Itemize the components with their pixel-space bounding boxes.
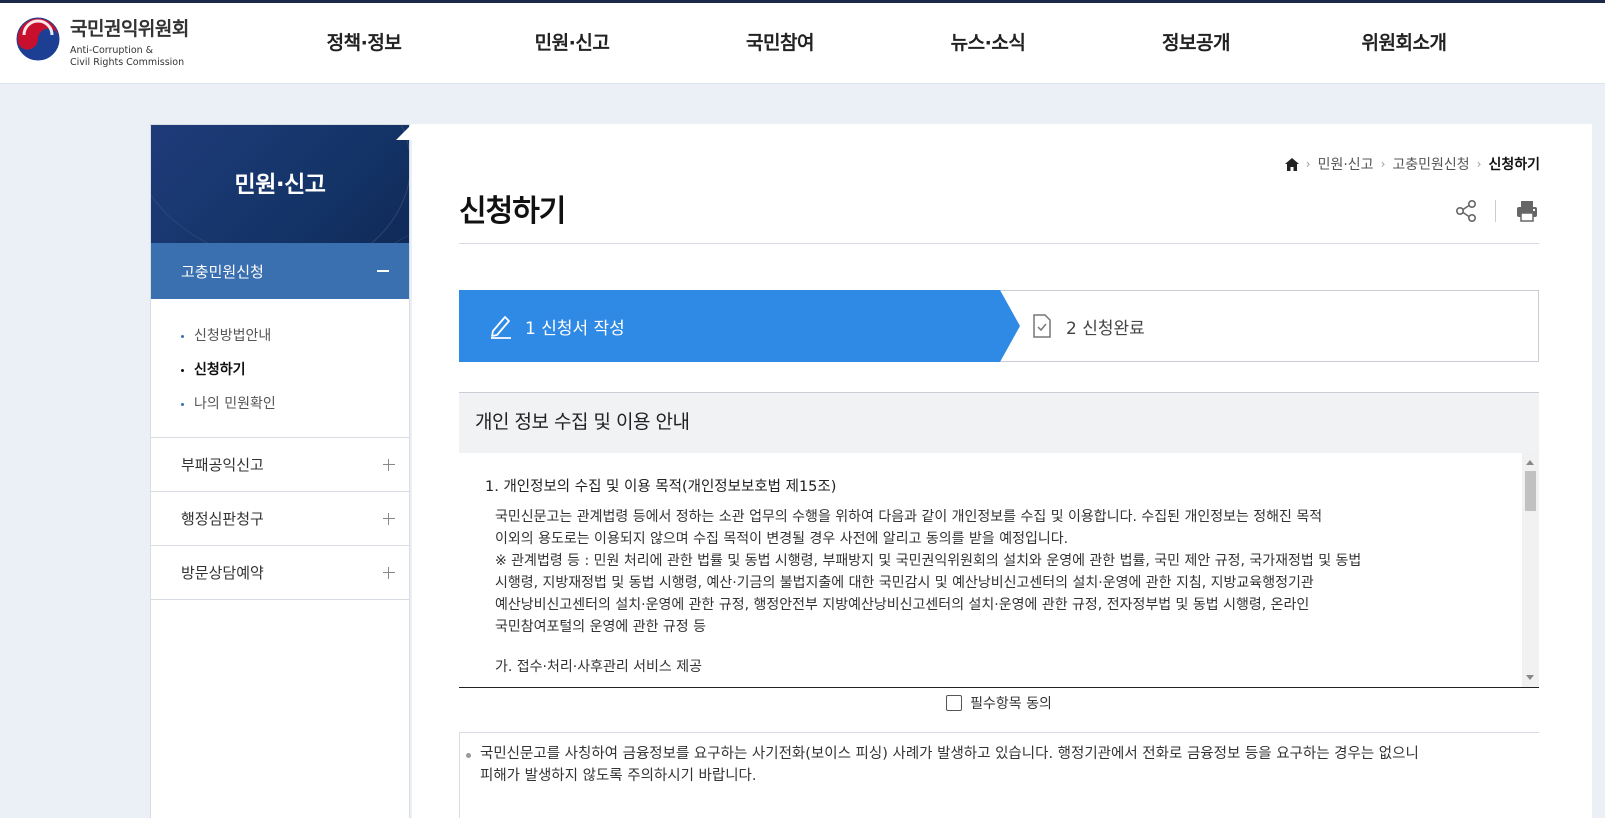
- scrollbar[interactable]: [1522, 453, 1539, 687]
- scroll-down-arrow-icon[interactable]: [1526, 675, 1534, 680]
- notice-line: 피해가 발생하지 않도록 주의하시기 바랍니다.: [480, 768, 757, 784]
- breadcrumb-separator-icon: ›: [1380, 157, 1386, 171]
- expand-plus-icon: [383, 566, 395, 579]
- scroll-thumb[interactable]: [1525, 471, 1536, 511]
- nav-info-disclosure[interactable]: 정보공개: [1092, 3, 1300, 84]
- sidebar-item-label: 부패공익신고: [181, 456, 264, 474]
- submenu-item-apply[interactable]: 신청하기: [181, 353, 409, 387]
- breadcrumb-item[interactable]: 고충민원신청: [1392, 154, 1469, 174]
- sidebar-title: 민원·신고: [234, 172, 326, 198]
- site-logo[interactable]: 국민권익위원회 Anti-Corruption & Civil Rights C…: [16, 17, 189, 69]
- nav-news[interactable]: 뉴스·소식: [884, 3, 1092, 84]
- nav-about-commission[interactable]: 위원회소개: [1300, 3, 1508, 84]
- privacy-text-line: ※ 관계법령 등 : 민원 처리에 관한 법률 및 동법 시행령, 부패방지 및…: [495, 553, 1362, 569]
- page-tools: [1453, 198, 1540, 224]
- step-1-active: 1 신청서 작성: [459, 290, 1000, 362]
- sidebar-item-grievance[interactable]: 고충민원신청: [151, 243, 409, 299]
- submenu-item-guide[interactable]: 신청방법안내: [181, 319, 409, 353]
- privacy-notice-content[interactable]: 1. 개인정보의 수집 및 이용 목적(개인정보보호법 제15조) 국민신문고는…: [459, 453, 1539, 687]
- privacy-notice-title: 개인 정보 수집 및 이용 안내: [475, 411, 690, 433]
- privacy-section-heading: 1. 개인정보의 수집 및 이용 목적(개인정보보호법 제15조): [485, 479, 837, 495]
- agree-required-checkbox[interactable]: 필수항목 동의: [459, 688, 1539, 718]
- nav-civil-complaint[interactable]: 민원·신고: [468, 3, 676, 84]
- nav-participation[interactable]: 국민참여: [676, 3, 884, 84]
- document-check-icon: [1033, 314, 1051, 338]
- submenu-item-label: 나의 민원확인: [194, 396, 276, 412]
- privacy-notice-box: 개인 정보 수집 및 이용 안내 1. 개인정보의 수집 및 이용 목적(개인정…: [459, 392, 1539, 688]
- pencil-icon: [491, 316, 511, 339]
- home-icon[interactable]: [1284, 157, 1299, 171]
- phishing-warning-notice: 국민신문고를 사칭하여 금융정보를 요구하는 사기전화(보이스 피싱) 사례가 …: [459, 732, 1539, 818]
- checkbox[interactable]: [946, 695, 963, 711]
- sidebar: 민원·신고 고충민원신청 신청방법안내 신청하기 나의 민원확인 부패공익신고 …: [150, 124, 410, 818]
- bullet-icon: [181, 334, 184, 338]
- scroll-up-arrow-icon[interactable]: [1526, 460, 1534, 465]
- breadcrumb-current: 신청하기: [1488, 157, 1540, 173]
- submenu-item-label: 신청방법안내: [194, 328, 272, 344]
- sidebar-item-admin-appeal[interactable]: 행정심판청구: [151, 492, 409, 546]
- sidebar-item-corruption-report[interactable]: 부패공익신고: [151, 438, 409, 492]
- collapse-minus-icon: [377, 270, 389, 272]
- breadcrumb-item[interactable]: 민원·신고: [1318, 154, 1374, 174]
- title-divider: [459, 243, 1539, 244]
- expand-plus-icon: [383, 512, 395, 525]
- logo-english-line2: Civil Rights Commission: [70, 57, 185, 68]
- sidebar-item-label: 방문상담예약: [181, 564, 264, 582]
- breadcrumb: › 민원·신고 › 고충민원신청 › 신청하기: [1284, 154, 1540, 174]
- sidebar-item-label: 행정심판청구: [181, 510, 264, 528]
- bullet-icon: [181, 368, 184, 372]
- print-icon[interactable]: [1514, 198, 1540, 224]
- notice-line: 국민신문고를 사칭하여 금융정보를 요구하는 사기전화(보이스 피싱) 사례가 …: [480, 746, 1419, 762]
- step-arrow: [1000, 290, 1020, 362]
- privacy-text-line: 국민참여포털의 운영에 관한 규정 등: [495, 619, 706, 635]
- sidebar-title-banner: 민원·신고: [151, 125, 409, 243]
- privacy-sub-heading: 가. 접수·처리·사후관리 서비스 제공: [495, 659, 703, 675]
- privacy-text-line: 시행령, 지방재정법 및 동법 시행령, 예산·기금의 불법지출에 대한 국민감…: [495, 575, 1314, 591]
- main-navigation: 정책·정보 민원·신고 국민참여 뉴스·소식 정보공개 위원회소개: [260, 3, 1450, 84]
- step-2: 2 신청완료: [1032, 291, 1145, 361]
- page-title: 신청하기: [459, 194, 566, 229]
- step-2-label: 2 신청완료: [1066, 318, 1145, 339]
- agree-label: 필수항목 동의: [970, 696, 1052, 712]
- bullet-icon: [181, 402, 184, 406]
- step-1-label: 1 신청서 작성: [525, 318, 625, 339]
- step-indicator: 1 신청서 작성 2 신청완료: [459, 290, 1539, 362]
- privacy-text-line: 국민신문고는 관계법령 등에서 정하는 소관 업무의 수행을 위하여 다음과 같…: [495, 509, 1323, 525]
- breadcrumb-separator-icon: ›: [1476, 157, 1482, 171]
- bullet-icon: [466, 753, 471, 758]
- expand-plus-icon: [383, 458, 395, 471]
- panel-corner-notch: [396, 124, 412, 140]
- taegeuk-logo-icon: [16, 17, 60, 61]
- submenu-item-my-complaint[interactable]: 나의 민원확인: [181, 387, 409, 421]
- privacy-text-line: 예산낭비신고센터의 설치·운영에 관한 규정, 행정안전부 지방예산낭비신고센터…: [495, 597, 1310, 613]
- sidebar-item-visit-reservation[interactable]: 방문상담예약: [151, 546, 409, 600]
- logo-korean-name: 국민권익위원회: [70, 18, 189, 40]
- submenu-item-label: 신청하기: [194, 362, 246, 378]
- share-icon[interactable]: [1453, 198, 1479, 224]
- logo-english-name: Anti-Corruption & Civil Rights Commissio…: [70, 45, 189, 69]
- logo-english-line1: Anti-Corruption &: [70, 45, 154, 56]
- privacy-text-line: 이외의 용도로는 이용되지 않으며 수집 목적이 변경될 경우 사전에 알리고 …: [495, 531, 1069, 547]
- nav-policy-info[interactable]: 정책·정보: [260, 3, 468, 84]
- sidebar-submenu: 신청방법안내 신청하기 나의 민원확인: [151, 299, 409, 438]
- tool-divider: [1495, 200, 1496, 222]
- site-header: 국민권익위원회 Anti-Corruption & Civil Rights C…: [0, 3, 1605, 84]
- breadcrumb-separator-icon: ›: [1305, 157, 1311, 171]
- main-content: › 민원·신고 › 고충민원신청 › 신청하기 신청하기 1 신청서 작성 2 …: [412, 124, 1592, 818]
- sidebar-item-label: 고충민원신청: [181, 262, 264, 281]
